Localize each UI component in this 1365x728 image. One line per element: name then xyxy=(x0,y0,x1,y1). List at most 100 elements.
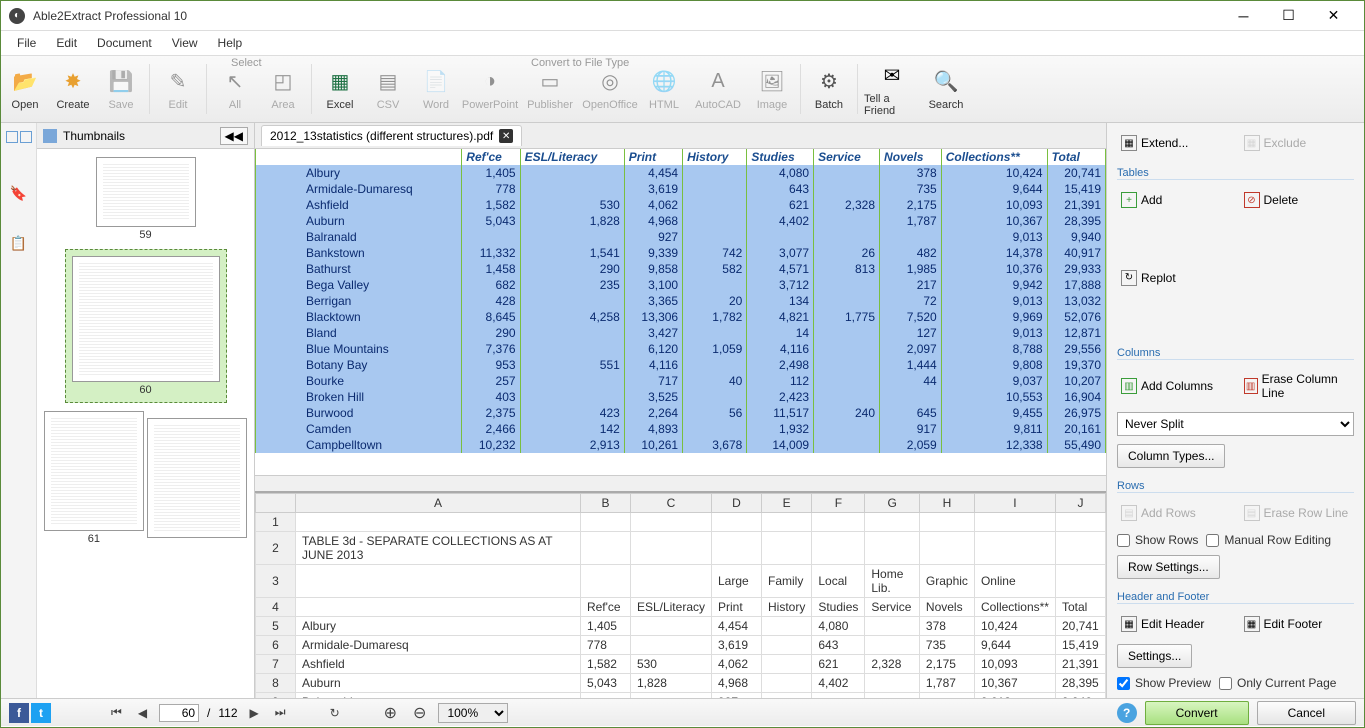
publisher-icon: ▭ xyxy=(536,67,564,95)
row-settings-button[interactable]: Row Settings... xyxy=(1117,555,1220,579)
excel-button[interactable]: ▦Excel xyxy=(316,56,364,122)
pdf-view[interactable]: Ref'ceESL/LiteracyPrintHistoryStudiesSer… xyxy=(255,149,1106,475)
header-footer-group-title: Header and Footer xyxy=(1117,591,1354,604)
columns-group-title: Columns xyxy=(1117,347,1354,360)
excel-preview[interactable]: ABCDEFGHIJ12TABLE 3d - SEPARATE COLLECTI… xyxy=(255,491,1106,698)
document-tab[interactable]: 2012_13statistics (different structures)… xyxy=(261,125,522,146)
clipboard-icon[interactable]: 📋 xyxy=(9,233,29,253)
edit-icon: ✎ xyxy=(164,67,192,95)
page-total: 112 xyxy=(218,706,237,720)
settings-button[interactable]: Settings... xyxy=(1117,644,1192,668)
extend-button[interactable]: ▦Extend... xyxy=(1117,131,1232,155)
exclude-button: ▦Exclude xyxy=(1240,131,1355,155)
mail-icon: ✉ xyxy=(878,61,906,89)
thumbnails-body[interactable]: 59 60 61 xyxy=(37,149,254,698)
page-input[interactable] xyxy=(159,704,199,722)
thumbnail-page-selected[interactable]: 60 xyxy=(65,249,227,403)
horizontal-scrollbar[interactable] xyxy=(255,475,1106,491)
select-area-icon: ◰ xyxy=(269,67,297,95)
social-buttons: f t xyxy=(9,703,51,723)
menu-document[interactable]: Document xyxy=(87,33,162,53)
close-tab-icon[interactable]: ✕ xyxy=(499,129,513,143)
menubar: File Edit Document View Help xyxy=(1,31,1364,55)
twitter-icon[interactable]: t xyxy=(31,703,51,723)
create-icon: ✸ xyxy=(59,67,87,95)
titlebar: ◐ Able2Extract Professional 10 ─ ☐ ✕ xyxy=(1,1,1364,31)
thumbnail-page[interactable] xyxy=(147,418,247,538)
rotate-button[interactable]: ↻ xyxy=(326,704,344,722)
app-title: Able2Extract Professional 10 xyxy=(33,9,1221,23)
split-select[interactable]: Never Split xyxy=(1117,412,1354,436)
erase-column-button[interactable]: ▥Erase Column Line xyxy=(1240,368,1355,404)
replot-icon: ↻ xyxy=(1121,270,1137,286)
html-button[interactable]: 🌐HTML xyxy=(640,56,688,122)
csv-button[interactable]: ▤CSV xyxy=(364,56,412,122)
last-page-button[interactable]: ⏭ xyxy=(271,703,290,722)
thumbnail-page[interactable]: 61 xyxy=(44,411,144,545)
minimize-button[interactable]: ─ xyxy=(1221,2,1266,30)
edit-header-button[interactable]: ▦Edit Header xyxy=(1117,612,1232,636)
facebook-icon[interactable]: f xyxy=(9,703,29,723)
open-button[interactable]: 📂Open xyxy=(1,56,49,122)
edit-footer-icon: ▦ xyxy=(1244,616,1260,632)
rows-group-title: Rows xyxy=(1117,480,1354,493)
autocad-icon: A xyxy=(704,67,732,95)
prev-page-button[interactable]: ◀ xyxy=(134,704,151,722)
zoom-in-button[interactable]: ⊕ xyxy=(380,701,401,725)
search-icon: 🔍 xyxy=(932,67,960,95)
add-table-button[interactable]: +Add xyxy=(1117,188,1232,212)
bottombar: f t ⏮ ◀ / 112 ▶ ⏭ ↻ ⊕ ⊖ 100% ? Convert C… xyxy=(1,698,1364,726)
erase-row-icon: ▤ xyxy=(1244,505,1260,521)
view-mode-icons[interactable] xyxy=(6,131,32,143)
tell-friend-button[interactable]: ✉Tell a Friend xyxy=(862,56,922,122)
delete-table-button[interactable]: ⊘Delete xyxy=(1240,188,1355,212)
zoom-select[interactable]: 100% xyxy=(438,703,508,723)
next-page-button[interactable]: ▶ xyxy=(246,704,263,722)
add-rows-button: ▤Add Rows xyxy=(1117,501,1232,525)
exclude-icon: ▦ xyxy=(1244,135,1260,151)
menu-help[interactable]: Help xyxy=(208,33,253,53)
select-area-button[interactable]: ◰Area xyxy=(259,56,307,122)
close-button[interactable]: ✕ xyxy=(1311,2,1356,30)
create-button[interactable]: ✸Create xyxy=(49,56,97,122)
powerpoint-button[interactable]: ◑PowerPoint xyxy=(460,56,520,122)
replot-button[interactable]: ↻Replot xyxy=(1117,220,1354,335)
edit-footer-button[interactable]: ▦Edit Footer xyxy=(1240,612,1355,636)
first-page-button[interactable]: ⏮ xyxy=(107,703,126,722)
word-icon: 📄 xyxy=(422,67,450,95)
batch-button[interactable]: ⚙Batch xyxy=(805,56,853,122)
collapse-thumbnails-button[interactable]: ◀◀ xyxy=(220,127,248,145)
menu-file[interactable]: File xyxy=(7,33,46,53)
show-preview-checkbox[interactable]: Show Preview xyxy=(1117,676,1211,690)
bookmark-icon[interactable]: 🔖 xyxy=(9,183,29,203)
column-types-button[interactable]: Column Types... xyxy=(1117,444,1225,468)
add-columns-button[interactable]: ▥Add Columns xyxy=(1117,368,1232,404)
excel-icon: ▦ xyxy=(326,67,354,95)
autocad-button[interactable]: AAutoCAD xyxy=(688,56,748,122)
word-button[interactable]: 📄Word xyxy=(412,56,460,122)
maximize-button[interactable]: ☐ xyxy=(1266,2,1311,30)
batch-icon: ⚙ xyxy=(815,67,843,95)
edit-header-icon: ▦ xyxy=(1121,616,1137,632)
menu-view[interactable]: View xyxy=(162,33,208,53)
edit-button[interactable]: ✎Edit xyxy=(154,56,202,122)
thumbnails-icon xyxy=(43,129,57,143)
image-icon: 🖼 xyxy=(758,67,786,95)
show-rows-checkbox[interactable]: Show Rows xyxy=(1117,533,1198,547)
document-tab-label: 2012_13statistics (different structures)… xyxy=(270,129,493,143)
save-button[interactable]: 💾Save xyxy=(97,56,145,122)
help-icon[interactable]: ? xyxy=(1117,703,1137,723)
openoffice-icon: ◎ xyxy=(596,67,624,95)
image-button[interactable]: 🖼Image xyxy=(748,56,796,122)
cancel-button[interactable]: Cancel xyxy=(1257,701,1356,725)
page-separator: / xyxy=(207,706,210,720)
search-button[interactable]: 🔍Search xyxy=(922,56,970,122)
thumbnails-panel: Thumbnails ◀◀ 59 60 61 xyxy=(37,123,255,698)
menu-edit[interactable]: Edit xyxy=(46,33,87,53)
thumbnail-page[interactable]: 59 xyxy=(96,157,196,241)
manual-row-checkbox[interactable]: Manual Row Editing xyxy=(1206,533,1331,547)
convert-button[interactable]: Convert xyxy=(1145,701,1249,725)
powerpoint-icon: ◑ xyxy=(476,67,504,95)
only-current-checkbox[interactable]: Only Current Page xyxy=(1219,676,1336,690)
zoom-out-button[interactable]: ⊖ xyxy=(409,701,430,725)
